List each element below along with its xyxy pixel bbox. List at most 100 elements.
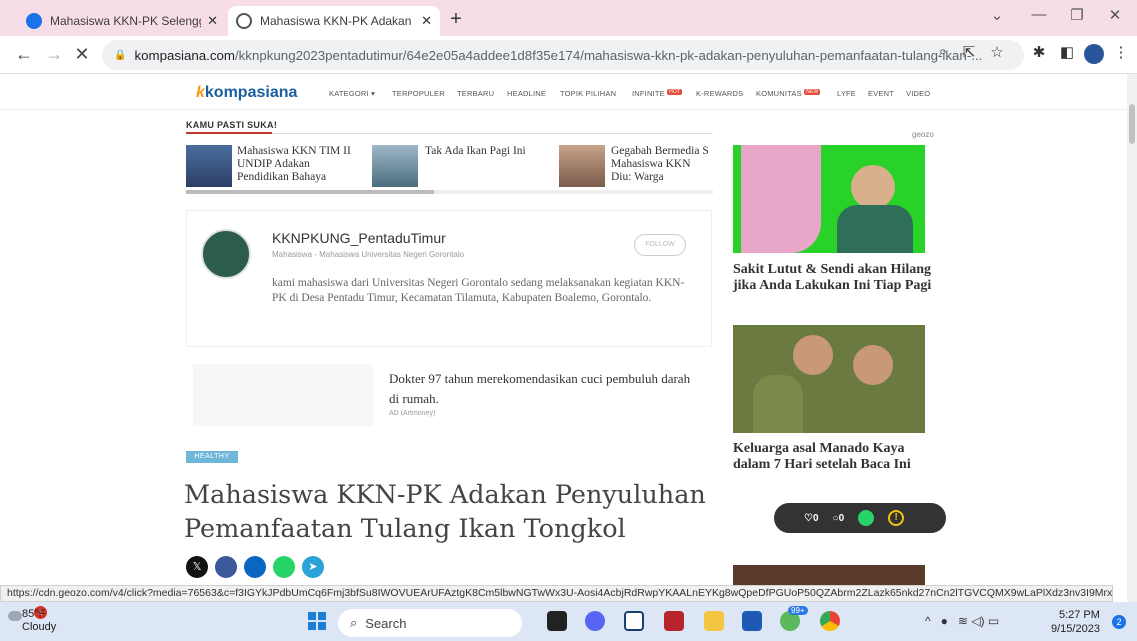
forward-icon[interactable]: →	[42, 44, 66, 65]
ad-text[interactable]: Dokter 97 tahun merekomendasikan cuci pe…	[389, 369, 699, 409]
bookmark-star-icon[interactable]: ☆	[986, 43, 1008, 61]
sidebar-ad-title[interactable]: Keluarga asal Manado Kaya dalam 7 Hari s…	[733, 441, 933, 473]
related-thumbnail[interactable]	[372, 145, 418, 187]
tab-1[interactable]: Mahasiswa KKN-PK Selenggarak ✕	[18, 6, 226, 36]
weather-widget[interactable]: 85°F Cloudy	[22, 608, 56, 634]
scrollbar-thumb[interactable]	[1129, 104, 1135, 144]
extensions-icon[interactable]: ✱	[1028, 43, 1050, 61]
windows-start-icon[interactable]	[308, 612, 326, 630]
word-icon[interactable]	[742, 611, 762, 631]
link-status-bar: https://cdn.geozo.com/v4/click?media=765…	[0, 585, 1113, 602]
chrome-icon[interactable]	[820, 611, 840, 631]
hot-badge: HOT	[667, 89, 683, 95]
follow-button[interactable]: FOLLOW	[634, 234, 686, 256]
nav-infinite[interactable]: INFINITE HOT	[632, 89, 683, 98]
taskbar-search[interactable]: ⌕ Search	[338, 609, 522, 637]
nav-k-rewards[interactable]: K-REWARDS	[696, 89, 743, 98]
nav-headline[interactable]: HEADLINE	[507, 89, 546, 98]
tab-search-chevron-icon[interactable]: ⌄	[982, 6, 1012, 24]
time: 5:27 PM	[1058, 609, 1100, 621]
menu-icon[interactable]: ⋮	[1110, 43, 1132, 61]
tab-2[interactable]: Mahasiswa KKN-PK Adakan Pen ✕	[228, 6, 440, 36]
page-scrollbar[interactable]	[1127, 74, 1137, 602]
photos-app-icon[interactable]	[664, 611, 684, 631]
nav-event[interactable]: EVENT	[868, 89, 894, 98]
profile-avatar-icon[interactable]	[1084, 44, 1104, 64]
facebook-share-icon[interactable]	[215, 556, 237, 578]
geozo-brand: geozo	[912, 130, 934, 139]
nav-terbaru[interactable]: TERBARU	[457, 89, 494, 98]
minimize-icon[interactable]: —	[1024, 6, 1054, 23]
sidebar-ad-image[interactable]	[733, 325, 925, 433]
temperature: 85°F	[22, 608, 46, 620]
sidebar-ad-image[interactable]	[733, 145, 925, 253]
telegram-share-icon[interactable]: ➤	[302, 556, 324, 578]
kompasiana-favicon-icon	[26, 13, 42, 29]
kompasiana-logo[interactable]: kkompasiana	[196, 84, 297, 102]
system-tray[interactable]: ^ ● ≋ ◁) ▭	[925, 614, 999, 628]
notification-badge[interactable]: 2	[1112, 615, 1126, 629]
wifi-icon[interactable]: ≋	[958, 614, 968, 628]
restore-icon[interactable]: ❐	[1062, 6, 1092, 24]
linkedin-share-icon[interactable]	[244, 556, 266, 578]
new-badge: NEW	[804, 89, 821, 95]
volume-icon[interactable]: ◁)	[971, 614, 984, 628]
chat-app-icon[interactable]	[585, 611, 605, 631]
tab-title: Mahasiswa KKN-PK Selenggarak	[50, 14, 201, 28]
ad-image[interactable]	[193, 364, 373, 426]
chevron-up-icon[interactable]: ^	[925, 614, 931, 628]
nav-terpopuler[interactable]: TERPOPULER	[392, 89, 445, 98]
comment-count[interactable]: ○0	[833, 513, 845, 524]
whatsapp-share-icon[interactable]	[273, 556, 295, 578]
close-tab-icon[interactable]: ✕	[421, 13, 432, 29]
search-placeholder: Search	[365, 615, 407, 631]
app-icon[interactable]	[624, 611, 644, 631]
reaction-bar[interactable]: ♡0 ○0 !	[774, 503, 946, 533]
category-tag[interactable]: HEALTHY	[186, 451, 238, 463]
related-heading: KAMU PASTI SUKA!	[186, 120, 278, 130]
stop-loading-icon[interactable]: ✕	[70, 44, 94, 65]
related-title[interactable]: Tak Ada Ikan Pagi Ini	[425, 145, 545, 158]
report-icon[interactable]: !	[888, 510, 905, 526]
close-tab-icon[interactable]: ✕	[207, 13, 218, 29]
sidebar-ad-title[interactable]: Sakit Lutut & Sendi akan Hilang jika And…	[733, 262, 933, 294]
author-bio: kami mahasiswa dari Universitas Negeri G…	[272, 277, 685, 304]
nav-kategori[interactable]: KATEGORI ▾	[329, 89, 375, 98]
nav-komunitas[interactable]: KOMUNITAS NEW	[756, 89, 821, 98]
heading-underline	[186, 132, 272, 134]
back-icon[interactable]: ←	[12, 44, 36, 65]
author-subtitle: Mahasiswa - Mahasiswa Universitas Negeri…	[272, 250, 465, 259]
close-window-icon[interactable]: ✕	[1100, 6, 1130, 24]
tray-app-icon[interactable]: ●	[941, 614, 948, 628]
file-explorer-icon[interactable]	[704, 611, 724, 631]
nav-lyfe[interactable]: LYFE	[837, 89, 856, 98]
nav-topik-pilihan[interactable]: TOPIK PILIHAN	[560, 89, 616, 98]
side-panel-icon[interactable]: ◧	[1056, 43, 1078, 61]
zoom-icon[interactable]: ⌕	[932, 43, 954, 60]
battery-icon[interactable]: ▭	[988, 614, 999, 628]
task-view-icon[interactable]	[547, 611, 567, 631]
related-scroll-thumb[interactable]	[186, 190, 434, 194]
weather-cloud-icon	[8, 611, 22, 621]
lock-icon: 🔒	[114, 49, 127, 61]
like-count[interactable]: ♡0	[804, 513, 819, 524]
related-title[interactable]: Gegabah Bermedia S Mahasiswa KKN Diu: Wa…	[611, 145, 713, 187]
clock[interactable]: 5:27 PM 9/15/2023	[1051, 608, 1100, 636]
nav-video[interactable]: VIDEO	[906, 89, 930, 98]
url-domain: kompasiana.com	[134, 47, 235, 63]
sidebar-ad-image[interactable]	[733, 565, 925, 585]
x-share-icon[interactable]: 𝕏	[186, 556, 208, 578]
article-title: Mahasiswa KKN-PK Adakan Penyuluhan Peman…	[184, 480, 706, 544]
address-bar[interactable]: 🔒 kompasiana.com/kknpkung2023pentadutimu…	[102, 40, 1024, 70]
date: 9/15/2023	[1051, 623, 1100, 635]
related-thumbnail[interactable]	[559, 145, 605, 187]
new-tab-icon[interactable]: +	[445, 8, 467, 31]
ad-source: AD (Artmoney)	[389, 410, 436, 417]
loading-favicon-icon	[236, 13, 252, 29]
related-title[interactable]: Mahasiswa KKN TIM II UNDIP Adakan Pendid…	[237, 145, 359, 184]
whatsapp-icon[interactable]	[858, 510, 875, 526]
related-thumbnail[interactable]	[186, 145, 232, 187]
author-name[interactable]: KKNPKUNG_PentaduTimur	[272, 230, 446, 246]
share-icon[interactable]: ⇱	[958, 43, 980, 61]
author-avatar[interactable]	[201, 229, 251, 279]
